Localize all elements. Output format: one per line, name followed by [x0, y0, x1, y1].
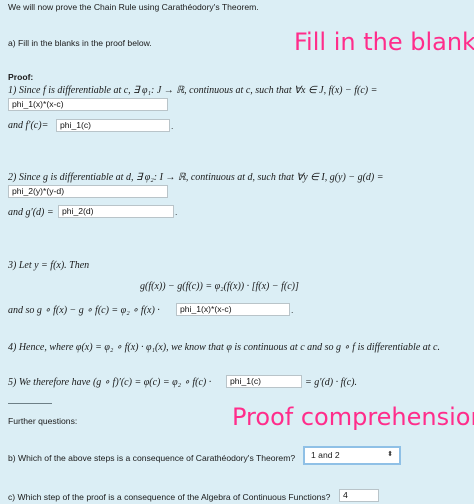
step2-blank-1[interactable]: phi_2(y)*(y-d) — [8, 185, 168, 198]
part-a-prompt: a) Fill in the blanks in the proof below… — [8, 38, 152, 48]
question-b-selected-value: 1 and 2 — [311, 450, 340, 460]
step2-blank-2[interactable]: phi_2(d) — [58, 205, 174, 218]
step3-equation: g(f(x)) − g(f(c)) = φ₂(f(x)) · [f(x) − f… — [140, 281, 299, 292]
step4-text: 4) Hence, where φ(x) = φ₂ ∘ f(x) · φ₁(x)… — [8, 342, 440, 353]
question-b-select[interactable]: 1 and 2 ⬍ — [303, 446, 401, 465]
intro-text: We will now prove the Chain Rule using C… — [8, 2, 259, 12]
question-c-input[interactable]: 4 — [339, 489, 379, 502]
section-divider — [8, 403, 52, 404]
proof-label: Proof: — [8, 72, 34, 82]
step3-label: and so g ∘ f(x) − g ∘ f(c) = φ₂ ∘ f(x) · — [8, 305, 160, 316]
step1-blank-2[interactable]: phi_1(c) — [56, 119, 170, 132]
further-questions-heading: Further questions: — [8, 416, 78, 426]
step3-text: 3) Let y = f(x). Then — [8, 260, 90, 271]
question-c-text: c) Which step of the proof is a conseque… — [8, 492, 331, 502]
annotation-fill-in-blanks: Fill in the blanks — [294, 28, 474, 56]
step1-derivative-label: and f′(c)= — [8, 120, 49, 131]
step2-text: 2) Since g is differentiable at d, ∃ φ₂:… — [8, 172, 384, 183]
step2-dot: . — [175, 207, 178, 217]
step1-blank-1[interactable]: phi_1(x)*(x-c) — [8, 98, 168, 111]
step1-text: 1) Since f is differentiable at c, ∃ φ₁:… — [8, 85, 378, 96]
step5-text: 5) We therefore have (g ∘ f)′(c) = φ(c) … — [8, 377, 212, 388]
annotation-proof-comprehension: Proof comprehension — [232, 403, 474, 431]
step2-derivative-label: and g′(d) = — [8, 207, 54, 218]
step5-tail: = g′(d) · f(c). — [305, 377, 357, 388]
chevron-updown-icon: ⬍ — [387, 451, 393, 458]
step3-dot: . — [291, 305, 294, 315]
step3-blank[interactable]: phi_1(x)*(x-c) — [176, 303, 290, 316]
question-b-text: b) Which of the above steps is a consequ… — [8, 453, 296, 463]
step1-dot: . — [171, 121, 174, 131]
step5-blank[interactable]: phi_1(c) — [226, 375, 302, 388]
